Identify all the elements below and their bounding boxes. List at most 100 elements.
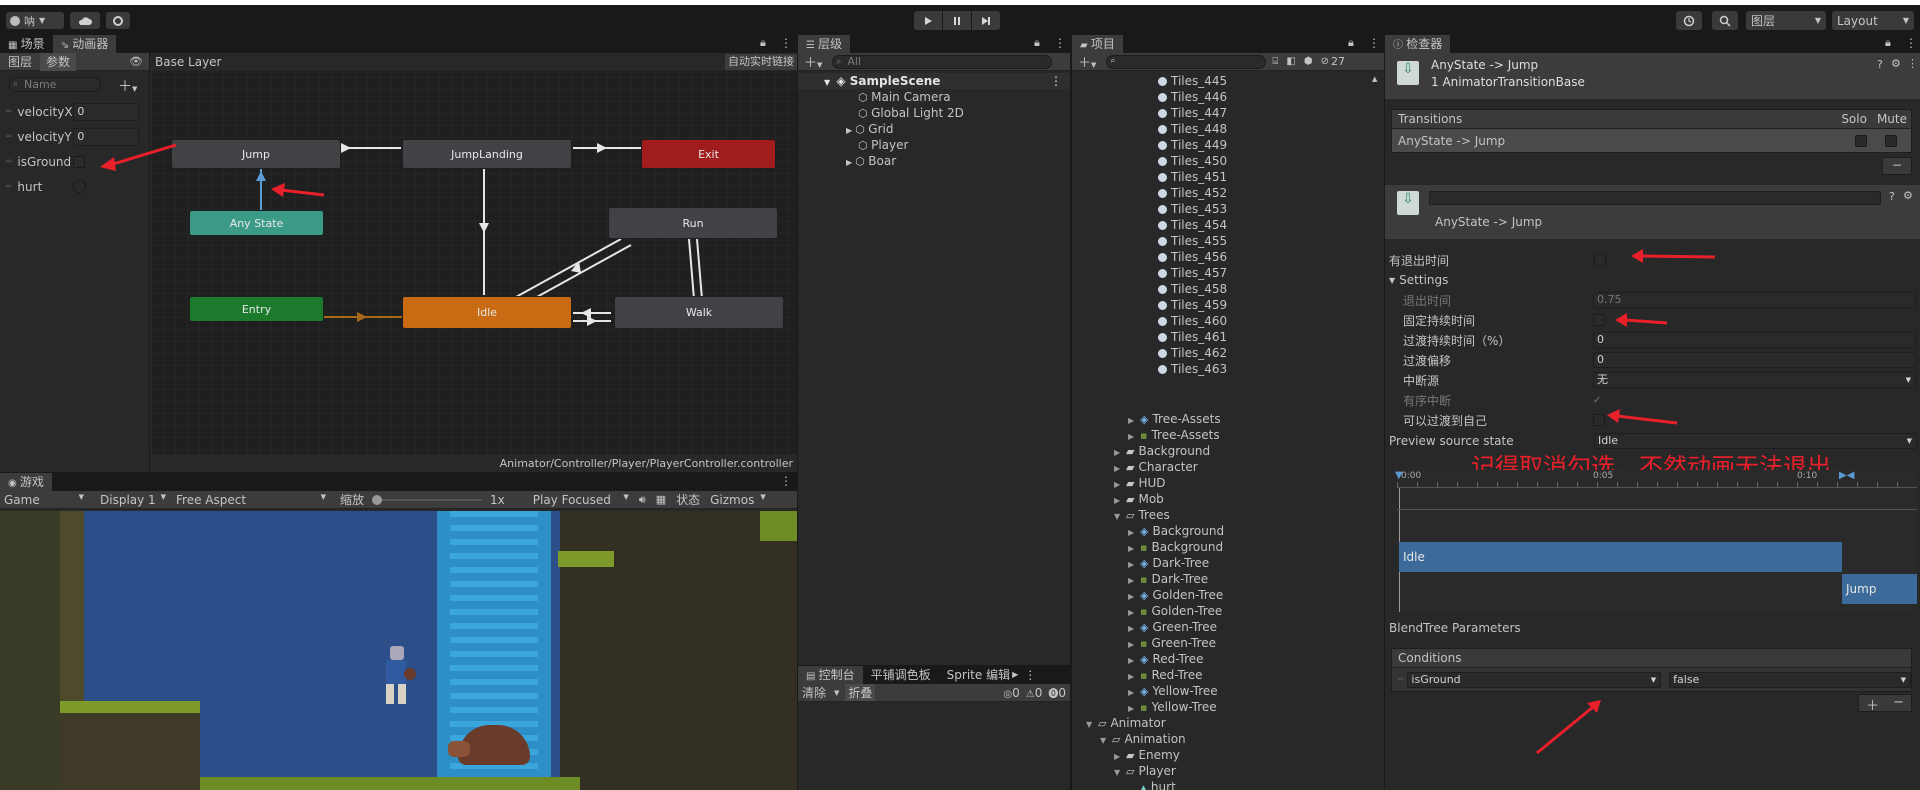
hierarchy-item[interactable]: ⬡ Main Camera: [798, 89, 1070, 105]
chevron-down-icon[interactable]: ▼: [1100, 733, 1112, 749]
label-icon[interactable]: ⬢: [1304, 56, 1313, 67]
tab-sprite-editor[interactable]: Sprite 编辑: [939, 666, 1012, 684]
layers-dropdown[interactable]: 图层 ▼: [1746, 11, 1826, 30]
gizmos-dropdown[interactable]: Gizmos ▼: [710, 493, 766, 507]
project-item[interactable]: Tiles_458: [1072, 281, 1372, 297]
lock-icon[interactable]: 🔒︎: [760, 36, 766, 50]
grid-icon[interactable]: ▦: [656, 493, 666, 506]
hierarchy-item[interactable]: ⬡ Global Light 2D: [798, 105, 1070, 121]
filter-type-icon[interactable]: ◧: [1286, 56, 1295, 67]
collapse-button[interactable]: 折叠: [845, 684, 876, 701]
account-button[interactable]: 呐 ▼: [6, 12, 64, 29]
project-item[interactable]: Tiles_461: [1072, 329, 1372, 345]
tab-tile-palette[interactable]: 平铺调色板: [863, 666, 939, 684]
chevron-down-icon[interactable]: ▼: [834, 689, 839, 697]
animator-graph[interactable]: Base Layer 自动实时链接 Jump JumpLanding Exit …: [151, 53, 797, 472]
game-mode-dropdown[interactable]: Game ▼: [0, 493, 88, 507]
tab-animator[interactable]: ⇘ 动画器: [52, 34, 117, 53]
project-item[interactable]: ▶ ◈ Golden-Tree: [1072, 587, 1372, 603]
project-item[interactable]: ▶ ▰ Mob: [1072, 491, 1372, 507]
project-item[interactable]: ▶ ▪ Tree-Assets: [1072, 427, 1372, 443]
project-scrollbar[interactable]: ▲: [1372, 75, 1382, 85]
project-item[interactable]: ▶ ◈ Green-Tree: [1072, 619, 1372, 635]
display-dropdown[interactable]: Display 1 ▼: [88, 493, 170, 507]
project-item[interactable]: ▶ ▪ Yellow-Tree: [1072, 699, 1372, 715]
step-button[interactable]: [972, 11, 1000, 30]
game-viewport[interactable]: [0, 511, 797, 790]
project-item[interactable]: Tiles_460: [1072, 313, 1372, 329]
project-item[interactable]: Tiles_462: [1072, 345, 1372, 361]
play-focused-dropdown[interactable]: Play Focused ▼: [533, 493, 633, 507]
project-item[interactable]: Tiles_452: [1072, 185, 1372, 201]
project-item[interactable]: ▼ ▱ Animator: [1072, 715, 1372, 731]
project-item[interactable]: ▼ ▱ Animation: [1072, 731, 1372, 747]
hierarchy-item[interactable]: ▶ ⬡ Grid: [798, 121, 1070, 137]
lock-icon[interactable]: 🔒︎: [1348, 36, 1354, 50]
subtab-params[interactable]: 参数: [40, 52, 77, 71]
condition-value-dropdown[interactable]: false ▼: [1669, 671, 1911, 688]
project-item[interactable]: ▶ ▰ Enemy: [1072, 747, 1372, 763]
project-item[interactable]: ▶ ▰ HUD: [1072, 475, 1372, 491]
project-item[interactable]: ▶ ▪ Dark-Tree: [1072, 571, 1372, 587]
timeline-jump-clip[interactable]: Jump: [1842, 574, 1917, 604]
add-button[interactable]: ＋▼: [1078, 52, 1096, 71]
add-condition-button[interactable]: ＋: [1866, 695, 1879, 714]
transition-timeline[interactable]: 0:00 0:05 0:10 ▼ ▶◀ Idle Jump: [1395, 470, 1917, 612]
hierarchy-item[interactable]: ⬡ Player: [798, 137, 1070, 153]
services-button[interactable]: [106, 12, 130, 29]
project-item[interactable]: Tiles_446: [1072, 89, 1372, 105]
scale-slider[interactable]: [372, 493, 483, 507]
tab-console[interactable]: ▤ 控制台: [798, 665, 863, 684]
project-item[interactable]: Tiles_447: [1072, 105, 1372, 121]
project-item[interactable]: Tiles_450: [1072, 153, 1372, 169]
project-item[interactable]: Tiles_456: [1072, 249, 1372, 265]
project-item[interactable]: Tiles_455: [1072, 233, 1372, 249]
eye-icon[interactable]: 👁︎: [129, 55, 143, 68]
hierarchy-search[interactable]: ⌕ All: [832, 54, 1053, 69]
chevron-right-icon[interactable]: ▶: [1012, 670, 1018, 679]
timeline-start-marker-icon[interactable]: ▼: [1395, 470, 1403, 481]
history-button[interactable]: [1676, 11, 1702, 30]
error-count[interactable]: ⓿0: [1048, 685, 1066, 700]
lock-icon[interactable]: 🔒︎: [1034, 36, 1040, 50]
timeline-end-marker-icon[interactable]: ▶◀: [1839, 470, 1854, 481]
timeline-idle-clip[interactable]: Idle: [1399, 542, 1842, 572]
project-item[interactable]: ▼ ▱ Trees: [1072, 507, 1372, 523]
project-item[interactable]: Tiles_448: [1072, 121, 1372, 137]
chevron-right-icon[interactable]: ▶: [846, 126, 852, 135]
param-value-field[interactable]: 0: [73, 102, 140, 121]
chevron-right-icon[interactable]: ▶: [846, 158, 852, 167]
tab-game[interactable]: ◉ 游戏: [0, 472, 52, 491]
project-item[interactable]: ▶ ◈ Background: [1072, 523, 1372, 539]
project-item[interactable]: Tiles_449: [1072, 137, 1372, 153]
project-item[interactable]: Tiles_457: [1072, 265, 1372, 281]
project-item[interactable]: Tiles_445: [1072, 73, 1372, 89]
chevron-down-icon[interactable]: ▼: [1086, 717, 1098, 733]
project-search[interactable]: ⌕: [1106, 54, 1267, 69]
project-item[interactable]: ▶ ◈ Dark-Tree: [1072, 555, 1372, 571]
more-menu-icon[interactable]: ⋮: [780, 36, 792, 50]
project-item[interactable]: ▶ ▪ Background: [1072, 539, 1372, 555]
project-item[interactable]: ▶ ◈ Red-Tree: [1072, 651, 1372, 667]
tab-hierarchy[interactable]: ☰ 层级: [798, 34, 851, 53]
warn-count[interactable]: ⚠0: [1026, 686, 1043, 700]
hidden-packages-icon[interactable]: ⊘: [1321, 56, 1329, 67]
play-button[interactable]: [914, 11, 942, 30]
project-item[interactable]: ▶ ▰ Character: [1072, 459, 1372, 475]
subtab-layers[interactable]: 图层: [0, 53, 40, 71]
hierarchy-item[interactable]: ▶ ⬡ Boar: [798, 153, 1070, 169]
remove-condition-button[interactable]: −: [1893, 695, 1904, 711]
project-item[interactable]: Tiles_463: [1072, 361, 1372, 377]
info-count[interactable]: ◎0: [1003, 686, 1019, 700]
project-item[interactable]: ▶ ▪ Red-Tree: [1072, 667, 1372, 683]
project-item[interactable]: Tiles_459: [1072, 297, 1372, 313]
tab-project[interactable]: ▰ 项目: [1072, 35, 1123, 53]
chevron-down-icon[interactable]: ▼: [1114, 765, 1126, 781]
isground-checkbox[interactable]: [73, 155, 86, 168]
project-item[interactable]: Tiles_451: [1072, 169, 1372, 185]
project-item[interactable]: Tiles_454: [1072, 217, 1372, 233]
tab-scene[interactable]: ▦ 场景: [0, 35, 53, 53]
audio-icon[interactable]: 🔊︎: [639, 493, 646, 507]
project-item[interactable]: ▼ ▱ Player: [1072, 763, 1372, 779]
condition-param-dropdown[interactable]: isGround ▼: [1407, 671, 1662, 688]
